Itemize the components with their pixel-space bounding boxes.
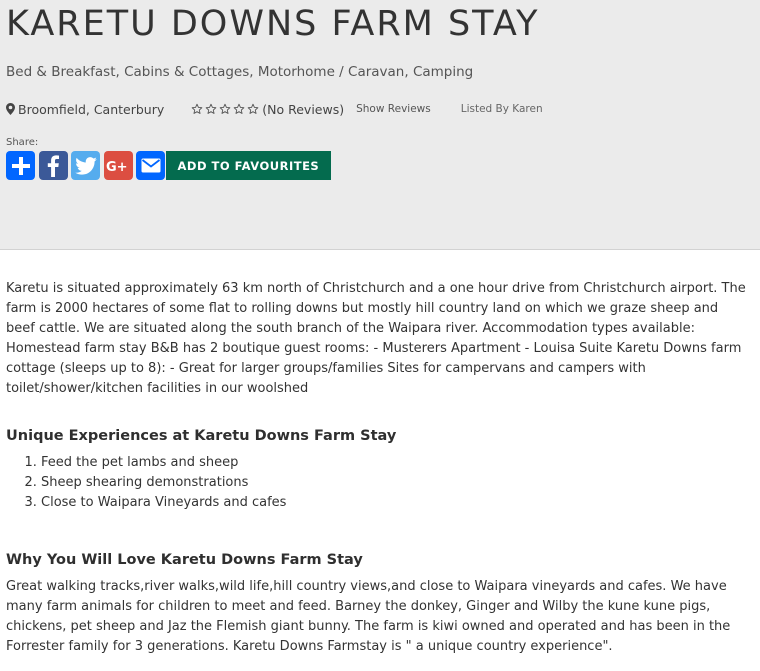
map-marker-icon — [6, 103, 15, 115]
why-love-heading: Why You Will Love Karetu Downs Farm Stay — [6, 552, 363, 568]
add-share-button[interactable] — [6, 151, 35, 180]
list-item: Sheep shearing demonstrations — [41, 473, 286, 493]
listing-title: KARETU DOWNS FARM STAY — [6, 4, 540, 44]
list-item: Close to Waipara Vineyards and cafes — [41, 493, 286, 513]
facebook-icon — [47, 154, 59, 177]
list-item: Feed the pet lambs and sheep — [41, 453, 286, 473]
email-share-button[interactable] — [136, 151, 165, 180]
svg-text:G+: G+ — [106, 160, 128, 174]
reviews-count: (No Reviews) — [262, 101, 345, 117]
facebook-share-button[interactable] — [38, 151, 68, 180]
plus-icon — [11, 156, 30, 175]
listing-description: Karetu is situated approximately 63 km n… — [6, 281, 746, 396]
experiences-heading: Unique Experiences at Karetu Downs Farm … — [6, 428, 397, 444]
share-bar: G+ ADD TO FAVOURITES — [6, 151, 332, 180]
listing-categories: Bed & Breakfast, Cabins & Cottages, Moto… — [6, 64, 474, 80]
star-rating: (No Reviews) — [191, 102, 344, 117]
listing-content: Karetu is situated approximately 63 km n… — [6, 279, 746, 654]
envelope-icon — [141, 158, 160, 173]
location-text: Broomfield, Canterbury — [18, 101, 165, 117]
show-reviews-link[interactable]: Show Reviews — [356, 103, 431, 115]
star-outline-icon — [233, 103, 245, 114]
add-to-favourites-button[interactable]: ADD TO FAVOURITES — [165, 151, 332, 180]
location: Broomfield, Canterbury — [6, 102, 164, 117]
twitter-icon — [74, 156, 97, 175]
google-plus-icon: G+ — [106, 160, 128, 174]
google-plus-share-button[interactable]: G+ — [103, 151, 133, 180]
star-outline-icon — [247, 103, 259, 114]
listing-header: KARETU DOWNS FARM STAY Bed & Breakfast, … — [0, 0, 760, 250]
why-love-text: Great walking tracks,river walks,wild li… — [6, 579, 731, 654]
star-outline-icon — [205, 103, 217, 114]
star-outline-icon — [219, 103, 231, 114]
share-label: Share: — [6, 137, 39, 148]
listed-by: Listed By Karen — [460, 103, 543, 115]
listing-meta: Broomfield, Canterbury (No Reviews) Show… — [6, 100, 746, 118]
experiences-list: Feed the pet lambs and sheep Sheep shear… — [6, 453, 286, 513]
twitter-share-button[interactable] — [71, 151, 100, 180]
star-outline-icon — [191, 103, 203, 114]
